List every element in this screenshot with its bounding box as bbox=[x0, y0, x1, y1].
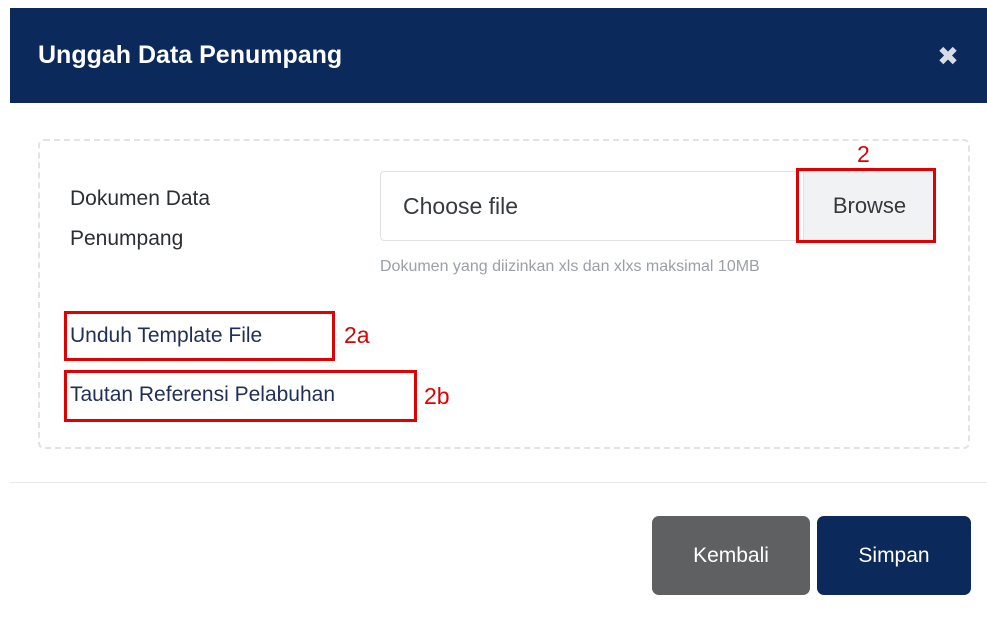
annotation-label-template: 2a bbox=[344, 322, 370, 348]
annotation-label-pelabuhan: 2b bbox=[424, 383, 450, 409]
annotation-box-template bbox=[64, 311, 335, 361]
modal-footer: Kembali Simpan bbox=[10, 483, 987, 619]
close-icon[interactable]: ✖ bbox=[937, 43, 959, 69]
modal-body: Dokumen Data Penumpang Choose file Brows… bbox=[10, 103, 987, 483]
annotation-box-pelabuhan bbox=[64, 370, 417, 422]
file-input-text[interactable]: Choose file bbox=[381, 193, 803, 220]
annotation-label-browse: 2 bbox=[857, 141, 870, 167]
upload-modal: Unggah Data Penumpang ✖ Dokumen Data Pen… bbox=[0, 0, 987, 619]
save-button[interactable]: Simpan bbox=[817, 516, 971, 595]
document-label: Dokumen Data Penumpang bbox=[70, 187, 211, 250]
modal-title: Unggah Data Penumpang bbox=[38, 41, 343, 69]
modal-header: Unggah Data Penumpang ✖ bbox=[10, 8, 987, 103]
annotation-box-browse bbox=[796, 168, 936, 243]
file-hint: Dokumen yang diizinkan xls dan xlxs maks… bbox=[380, 258, 760, 275]
back-button[interactable]: Kembali bbox=[652, 516, 810, 595]
